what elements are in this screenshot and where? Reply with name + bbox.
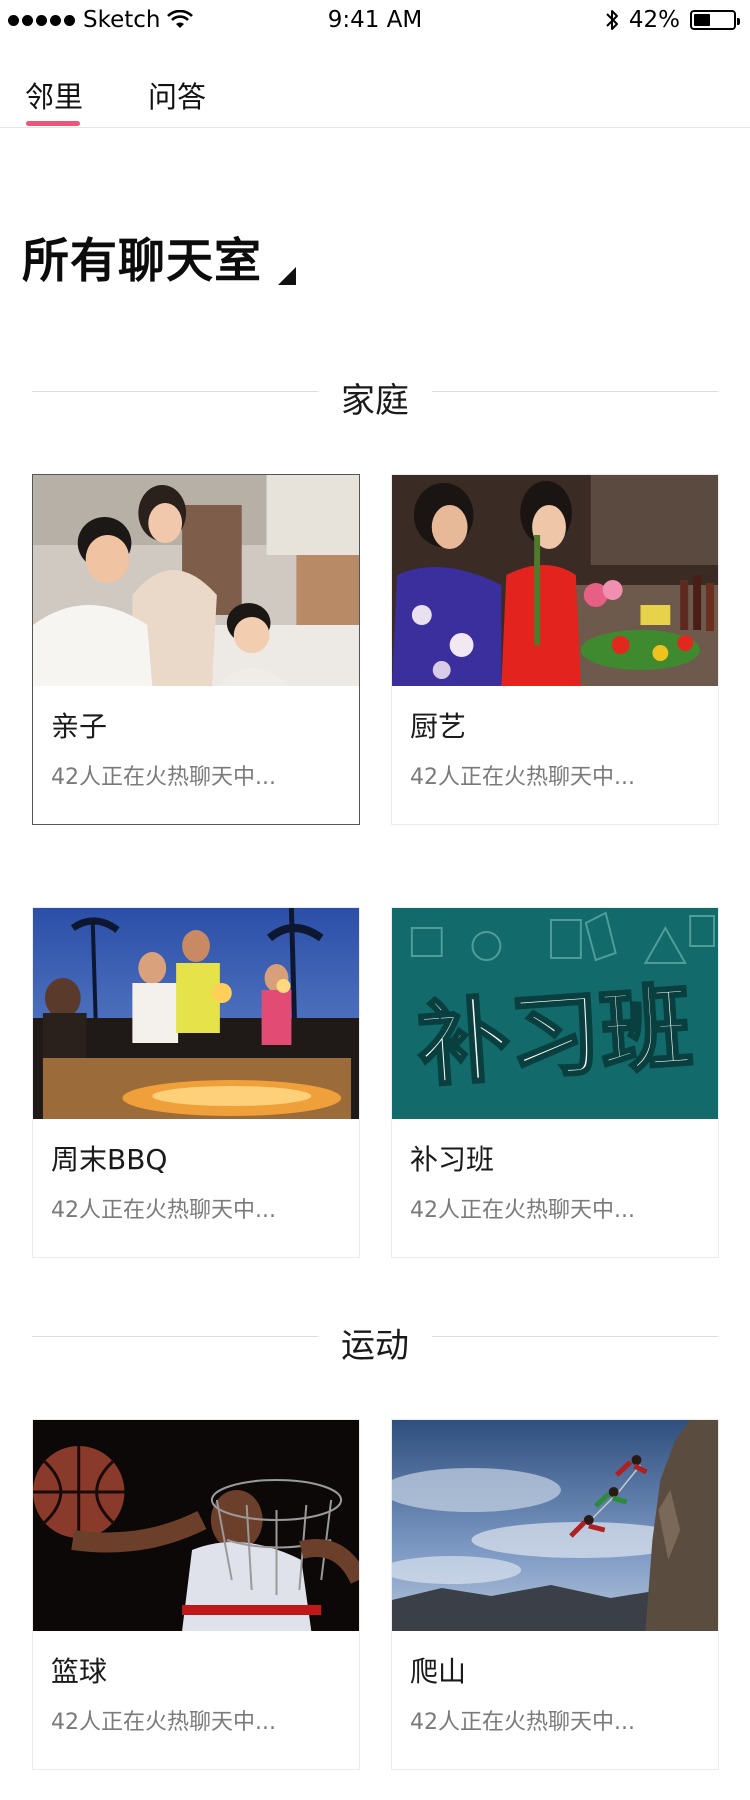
chatroom-member-status: 42人正在火热聊天中...	[51, 1710, 276, 1735]
tab-neighborhood[interactable]: 邻里	[25, 74, 83, 116]
battery-percent: 42%	[628, 7, 680, 33]
bluetooth-icon	[606, 10, 618, 30]
battery-level	[694, 14, 710, 26]
chatroom-title: 亲子	[51, 710, 108, 743]
climbing-photo-image	[392, 1420, 718, 1631]
chatroom-title: 厨艺	[410, 710, 467, 743]
active-tab-indicator	[26, 121, 80, 126]
status-right: 42%	[605, 7, 740, 33]
chatroom-member-status: 42人正在火热聊天中...	[51, 1198, 276, 1223]
category-divider-family: 家庭	[32, 367, 718, 421]
chatroom-member-status: 42人正在火热聊天中...	[410, 1710, 635, 1735]
bbq-photo-image	[33, 908, 359, 1119]
top-tab-bar: 邻里 问答	[0, 64, 750, 128]
chatroom-card-cooking[interactable]: 厨艺 42人正在火热聊天中...	[391, 474, 719, 825]
chatroom-card-tutoring[interactable]: 补习班 补习班 42人正在火热聊天中...	[391, 907, 719, 1258]
page-title: 所有聊天室	[22, 234, 262, 289]
dropdown-caret-icon	[278, 267, 296, 285]
chatroom-card-weekend-bbq[interactable]: 周末BBQ 42人正在火热聊天中...	[32, 907, 360, 1258]
battery-icon	[690, 10, 740, 30]
basketball-photo-image	[33, 1420, 359, 1631]
chatroom-title: 补习班	[410, 1143, 495, 1176]
tab-qa[interactable]: 问答	[148, 74, 206, 116]
tutoring-poster-text: 补习班	[414, 973, 695, 1099]
chatroom-title: 爬山	[410, 1655, 467, 1688]
family-photo-image	[33, 475, 359, 686]
app-root: Sketch 9:41 AM 42% 邻里 问答 所有聊天室 家庭 亲子 42人…	[0, 0, 750, 1800]
chatroom-title: 篮球	[51, 1655, 108, 1688]
category-title: 运动	[341, 1326, 409, 1366]
chatroom-member-status: 42人正在火热聊天中...	[410, 1198, 635, 1223]
all-chatrooms-dropdown[interactable]: 所有聊天室	[22, 222, 296, 291]
tutoring-poster-image: 补习班	[392, 908, 718, 1119]
status-bar: Sketch 9:41 AM 42%	[0, 0, 750, 42]
category-title: 家庭	[341, 381, 409, 421]
chatroom-member-status: 42人正在火热聊天中...	[410, 765, 635, 790]
chatroom-member-status: 42人正在火热聊天中...	[51, 765, 276, 790]
chatroom-title: 周末BBQ	[51, 1143, 168, 1176]
category-divider-sports: 运动	[32, 1312, 718, 1366]
chatroom-card-hiking[interactable]: 爬山 42人正在火热聊天中...	[391, 1419, 719, 1770]
chatroom-card-parenting[interactable]: 亲子 42人正在火热聊天中...	[32, 474, 360, 825]
cooking-photo-image	[392, 475, 718, 686]
chatroom-card-basketball[interactable]: 篮球 42人正在火热聊天中...	[32, 1419, 360, 1770]
